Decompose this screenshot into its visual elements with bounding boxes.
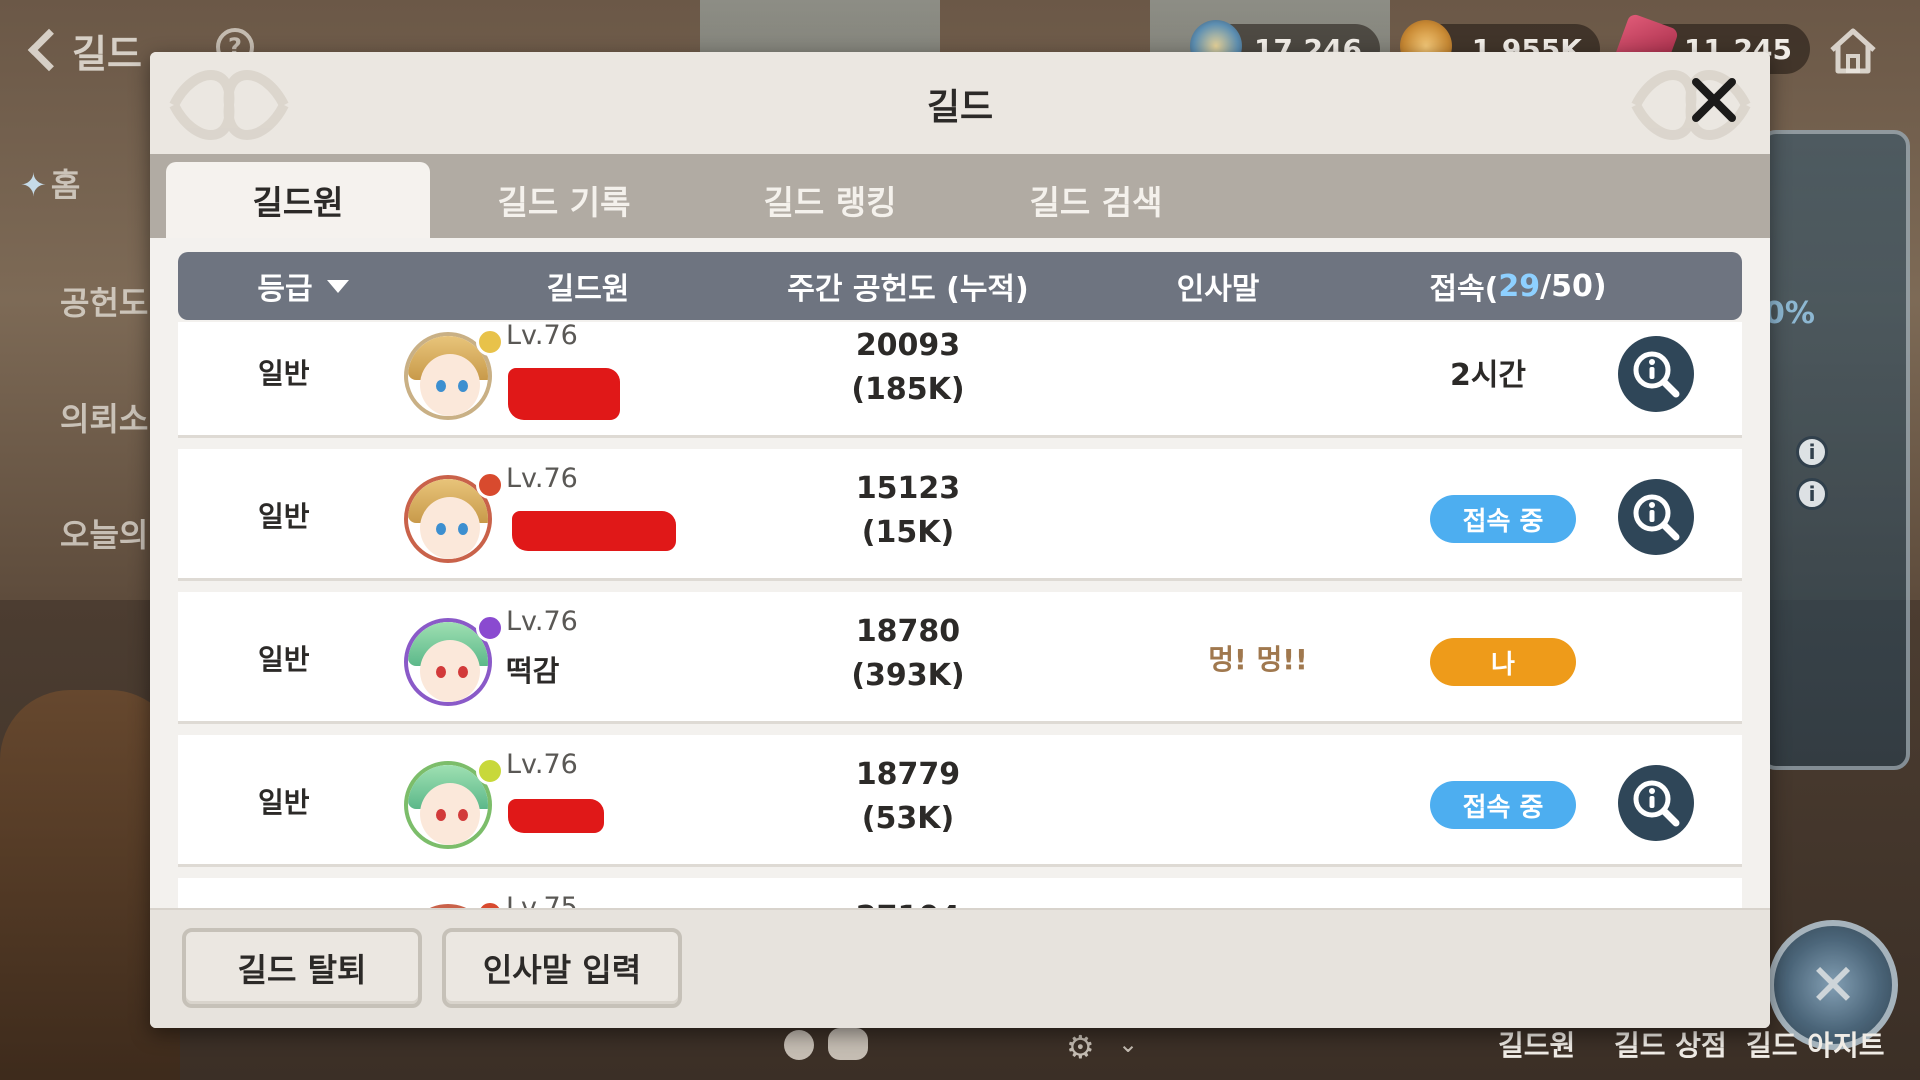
tab-bar: 길드원 길드 기록 길드 랭킹 길드 검색 <box>150 154 1770 238</box>
member-level: Lv.76 <box>506 749 578 780</box>
online-suffix: /50) <box>1540 268 1607 304</box>
nav-guild-members[interactable]: 길드원 <box>1498 1024 1575 1064</box>
member-row[interactable]: 일반 Lv.76 20093 (185K) 2시간 <box>178 322 1742 438</box>
online-count: 29 <box>1498 268 1541 304</box>
inspect-member-button[interactable] <box>1618 765 1694 841</box>
side-menu-today[interactable]: 오늘의 <box>60 510 148 556</box>
info-icon[interactable]: i <box>1796 478 1828 510</box>
magnifier-info-icon <box>1633 351 1680 398</box>
member-grade: 일반 <box>258 643 310 676</box>
member-contribution: 18779 (53K) <box>738 753 1078 841</box>
progress-percent: 0% <box>1764 296 1815 331</box>
weekly-contribution: 15123 <box>855 471 961 506</box>
chevron-down-icon[interactable]: ⌄ <box>1118 1030 1138 1058</box>
element-badge-icon <box>476 471 504 499</box>
total-contribution: (15K) <box>861 515 955 550</box>
last-online: 2시간 <box>1449 358 1527 393</box>
tab-guild-members[interactable]: 길드원 <box>166 162 430 238</box>
back-label: 길드 <box>72 31 142 76</box>
member-contribution: 18780 (393K) <box>738 610 1078 698</box>
member-grade: 일반 <box>258 786 310 819</box>
home-icon[interactable] <box>1826 24 1880 78</box>
side-menu-home[interactable]: ✦ 홈 <box>20 160 80 206</box>
online-status-badge: 접속 중 <box>1430 495 1576 543</box>
member-row[interactable]: 일반 Lv.76 15123 (15K) 접속 중 <box>178 449 1742 581</box>
modal-footer: 길드 탈퇴 인사말 입력 <box>150 908 1770 1028</box>
magnifier-info-icon <box>1633 780 1680 827</box>
member-list[interactable]: 일반 Lv.76 20093 (185K) 2시간 일반 Lv.76 15123… <box>178 322 1742 968</box>
member-name: 떡감 <box>506 654 560 688</box>
member-row-self[interactable]: 일반 Lv.76 떡감 18780 (393K) 멍! 멍!! 나 <box>178 592 1742 724</box>
online-status-badge: 접속 중 <box>1430 781 1576 829</box>
nav-guild-shop[interactable]: 길드 상점 <box>1614 1024 1727 1064</box>
sort-down-icon <box>326 279 349 293</box>
nav-guild-hideout[interactable]: 길드 아지트 <box>1746 1024 1885 1064</box>
tab-guild-records[interactable]: 길드 기록 <box>432 162 696 238</box>
total-contribution: (393K) <box>851 658 965 693</box>
member-level: Lv.76 <box>506 463 578 494</box>
greeting-column-label: 인사말 <box>1176 272 1260 307</box>
magnifier-info-icon <box>1633 494 1680 541</box>
weekly-contribution: 18779 <box>855 757 961 792</box>
member-greeting: 멍! 멍!! <box>1208 643 1308 676</box>
sort-grade-button[interactable]: 등급 <box>218 252 388 320</box>
member-row[interactable]: 일반 Lv.76 18779 (53K) 접속 중 <box>178 735 1742 867</box>
inspect-member-button[interactable] <box>1618 336 1694 412</box>
weekly-contribution: 18780 <box>855 614 961 649</box>
redacted-name <box>512 511 676 551</box>
element-badge-icon <box>476 328 504 356</box>
guild-modal: 길드 길드원 길드 기록 길드 랭킹 길드 검색 등급 길드원 주간 공헌도 (… <box>150 52 1770 1028</box>
sparkle-icon: ✦ <box>20 166 47 204</box>
member-grade: 일반 <box>258 357 310 390</box>
leave-guild-button[interactable]: 길드 탈퇴 <box>182 928 422 1008</box>
member-level: Lv.76 <box>506 322 578 351</box>
member-contribution: 20093 (185K) <box>738 324 1078 412</box>
chevron-left-icon <box>27 28 71 72</box>
member-table-header: 등급 길드원 주간 공헌도 (누적) 인사말 접속(29/50) <box>178 252 1742 320</box>
side-menu-contribution[interactable]: 공헌도 <box>60 278 148 324</box>
close-icon[interactable] <box>1684 70 1744 130</box>
modal-header: 길드 <box>150 52 1770 154</box>
back-button[interactable]: 길드 <box>22 22 162 78</box>
self-badge: 나 <box>1430 638 1576 686</box>
member-column-label: 길드원 <box>546 272 630 307</box>
inspect-member-button[interactable] <box>1618 479 1694 555</box>
grade-column-label: 등급 <box>257 272 313 307</box>
member-level: Lv.76 <box>506 606 578 637</box>
tab-guild-ranking[interactable]: 길드 랭킹 <box>698 162 962 238</box>
redacted-name <box>508 368 620 420</box>
emoji-icon[interactable] <box>784 1030 814 1060</box>
member-grade: 일반 <box>258 500 310 533</box>
total-contribution: (185K) <box>851 372 965 407</box>
info-icon[interactable]: i <box>1796 436 1828 468</box>
total-contribution: (53K) <box>861 801 955 836</box>
enter-greeting-button[interactable]: 인사말 입력 <box>442 928 682 1008</box>
modal-title: 길드 <box>926 87 994 128</box>
background-side-panel <box>1760 130 1910 770</box>
gear-icon[interactable]: ⚙ <box>1066 1028 1095 1066</box>
side-menu-request[interactable]: 의뢰소 <box>60 394 148 440</box>
side-menu-home-label: 홈 <box>50 166 81 204</box>
online-column-label: 접속(29/50) <box>1398 252 1638 320</box>
redacted-name <box>508 799 604 833</box>
contribution-column-label: 주간 공헌도 (누적) <box>787 272 1029 307</box>
online-prefix: 접속( <box>1429 272 1499 307</box>
tab-guild-search[interactable]: 길드 검색 <box>964 162 1228 238</box>
element-badge-icon <box>476 614 504 642</box>
element-badge-icon <box>476 757 504 785</box>
member-contribution: 15123 (15K) <box>738 467 1078 555</box>
weekly-contribution: 20093 <box>855 328 961 363</box>
chat-icon[interactable] <box>828 1028 868 1060</box>
